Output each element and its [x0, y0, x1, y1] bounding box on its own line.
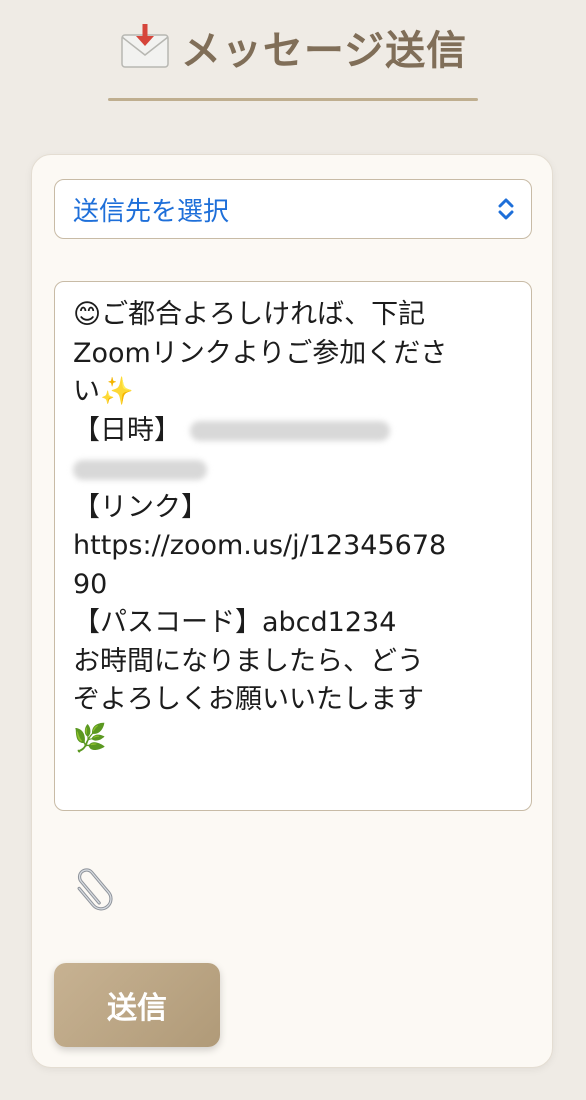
message-line: 【リンク】 — [73, 491, 208, 523]
message-line: 90 — [73, 568, 108, 600]
chevrons-up-down-icon — [498, 198, 514, 220]
message-textarea[interactable]: 😊ご都合よろしければ、下記 Zoomリンクよりご参加くださ い✨ 【日時】 【リ… — [54, 281, 532, 811]
page-title: メッセージ送信 — [180, 27, 468, 74]
redacted-datetime — [189, 421, 390, 441]
recipient-select[interactable]: 送信先を選択 — [54, 179, 532, 239]
datetime-label: 【日時】 — [73, 414, 181, 446]
envelope-icon — [121, 24, 169, 68]
page-header: メッセージ送信 — [0, 18, 586, 77]
message-line-datetime: 【日時】 — [73, 412, 517, 451]
message-line: い✨ — [73, 376, 134, 407]
message-line: ぞよろしくお願いいたします — [73, 684, 424, 715]
recipient-select-label: 送信先を選択 — [73, 196, 230, 227]
message-line: 【パスコード】abcd1234 — [73, 607, 397, 638]
message-line: 😊ご都合よろしければ、下記 — [73, 299, 426, 330]
title-row: メッセージ送信 — [119, 18, 467, 76]
message-line-redacted — [73, 450, 517, 489]
paperclip-icon[interactable] — [66, 861, 122, 917]
message-line: 🌿 — [73, 722, 107, 754]
message-line: https://zoom.us/j/12345678 — [73, 530, 447, 561]
message-line: お時間になりましたら、どう — [73, 645, 424, 677]
message-line: Zoomリンクよりご参加くださ — [73, 337, 448, 369]
send-button[interactable]: 送信 — [54, 963, 220, 1047]
redacted-datetime-continued — [73, 459, 207, 480]
title-underline — [108, 98, 478, 101]
message-card: 送信先を選択 😊ご都合よろしければ、下記 Zoomリンクよりご参加くださ い✨ … — [31, 154, 553, 1068]
